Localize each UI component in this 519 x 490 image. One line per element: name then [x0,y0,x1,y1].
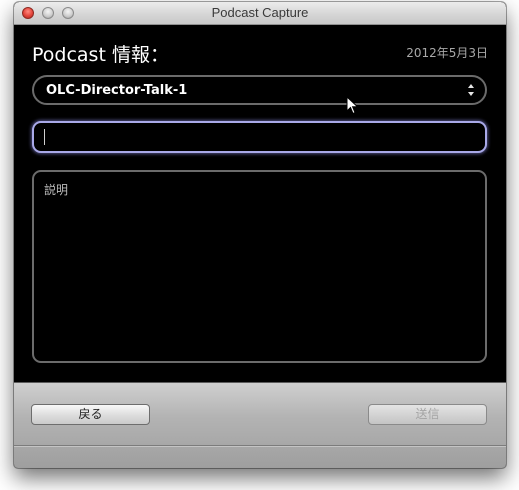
window-title: Podcast Capture [211,5,309,20]
back-button[interactable]: 戻る [31,404,150,425]
mouse-pointer-icon [346,96,359,115]
title-input[interactable] [32,121,487,153]
up-down-chevron-icon [468,84,474,96]
podcast-select[interactable]: OLC-Director-Talk-1 [32,75,487,105]
title-bar[interactable]: Podcast Capture [14,2,506,25]
podcast-select-value: OLC-Director-Talk-1 [46,83,188,98]
footer-bar: 戻る 送信 [14,382,506,468]
app-window: Podcast Capture Podcast 情報： 2012年5月3日 OL… [14,2,506,468]
footer-divider [14,445,506,446]
description-textarea[interactable] [32,170,487,363]
text-caret [44,129,45,145]
send-button[interactable]: 送信 [368,404,487,425]
date-label: 2012年5月3日 [406,46,488,60]
page-title: Podcast 情報： [32,44,169,66]
